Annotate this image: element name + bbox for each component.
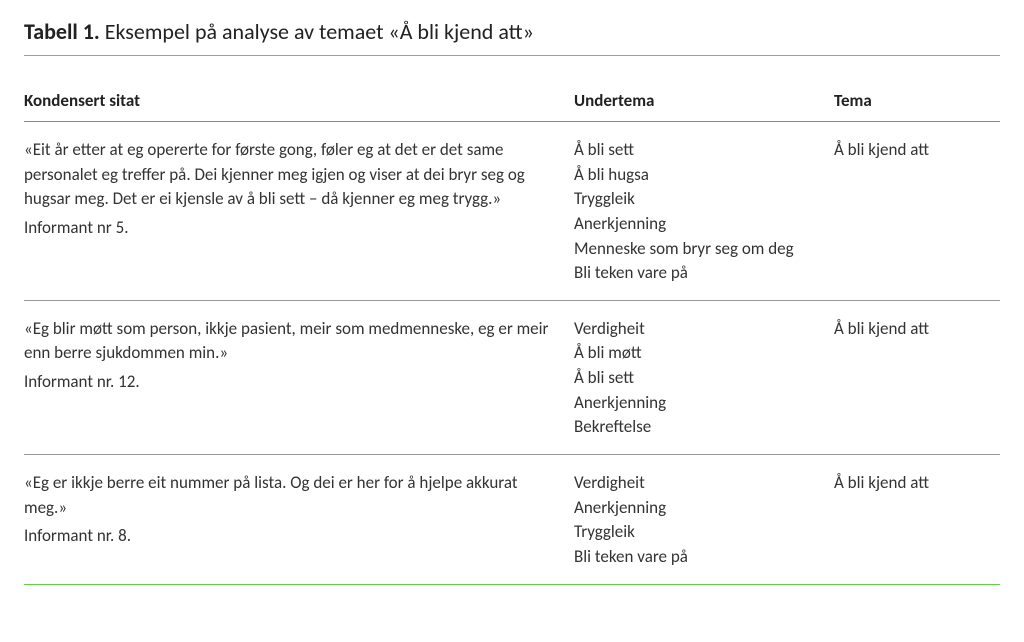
undertema-item: Menneske som bryr seg om deg bbox=[574, 237, 822, 262]
undertema-item: Å bli sett bbox=[574, 138, 822, 163]
quote-text: «Eg er ikkje berre eit nummer på lista. … bbox=[24, 471, 550, 520]
tema-cell: Å bli kjend att bbox=[834, 471, 1000, 570]
informant-label: Informant nr 5. bbox=[24, 216, 550, 241]
undertema-item: Å bli sett bbox=[574, 366, 822, 391]
undertema-cell: Verdigheit Å bli møtt Å bli sett Anerkje… bbox=[574, 317, 834, 440]
table-row: «Eg blir møtt som person, ikkje pasient,… bbox=[24, 301, 1000, 455]
undertema-item: Anerkjenning bbox=[574, 212, 822, 237]
tema-cell: Å bli kjend att bbox=[834, 317, 1000, 440]
undertema-item: Verdigheit bbox=[574, 317, 822, 342]
table-row: «Eit år etter at eg opererte for første … bbox=[24, 122, 1000, 301]
tema-cell: Å bli kjend att bbox=[834, 138, 1000, 286]
informant-label: Informant nr. 8. bbox=[24, 524, 550, 549]
header-quote: Kondensert sitat bbox=[24, 90, 574, 111]
undertema-item: Tryggleik bbox=[574, 520, 822, 545]
undertema-cell: Å bli sett Å bli hugsa Tryggleik Anerkje… bbox=[574, 138, 834, 286]
undertema-item: Verdigheit bbox=[574, 471, 822, 496]
header-undertema: Undertema bbox=[574, 90, 834, 111]
table-header-row: Kondensert sitat Undertema Tema bbox=[24, 82, 1000, 122]
table-row: «Eg er ikkje berre eit nummer på lista. … bbox=[24, 455, 1000, 585]
header-tema: Tema bbox=[834, 90, 1000, 111]
caption-text: Eksempel på analyse av temaet «Å bli kje… bbox=[100, 18, 534, 45]
quote-text: «Eit år etter at eg opererte for første … bbox=[24, 138, 550, 212]
quote-cell: «Eg er ikkje berre eit nummer på lista. … bbox=[24, 471, 574, 570]
informant-label: Informant nr. 12. bbox=[24, 370, 550, 395]
quote-cell: «Eit år etter at eg opererte for første … bbox=[24, 138, 574, 286]
undertema-item: Bekreftelse bbox=[574, 415, 822, 440]
undertema-item: Bli teken vare på bbox=[574, 261, 822, 286]
undertema-cell: Verdigheit Anerkjenning Tryggleik Bli te… bbox=[574, 471, 834, 570]
quote-text: «Eg blir møtt som person, ikkje pasient,… bbox=[24, 317, 550, 366]
undertema-item: Anerkjenning bbox=[574, 496, 822, 521]
table-caption: Tabell 1. Eksempel på analyse av temaet … bbox=[24, 18, 1000, 56]
undertema-item: Bli teken vare på bbox=[574, 545, 822, 570]
caption-label: Tabell 1. bbox=[24, 18, 100, 45]
undertema-item: Anerkjenning bbox=[574, 391, 822, 416]
undertema-item: Tryggleik bbox=[574, 187, 822, 212]
analysis-table: Kondensert sitat Undertema Tema «Eit år … bbox=[24, 82, 1000, 585]
quote-cell: «Eg blir møtt som person, ikkje pasient,… bbox=[24, 317, 574, 440]
undertema-item: Å bli møtt bbox=[574, 341, 822, 366]
undertema-item: Å bli hugsa bbox=[574, 163, 822, 188]
